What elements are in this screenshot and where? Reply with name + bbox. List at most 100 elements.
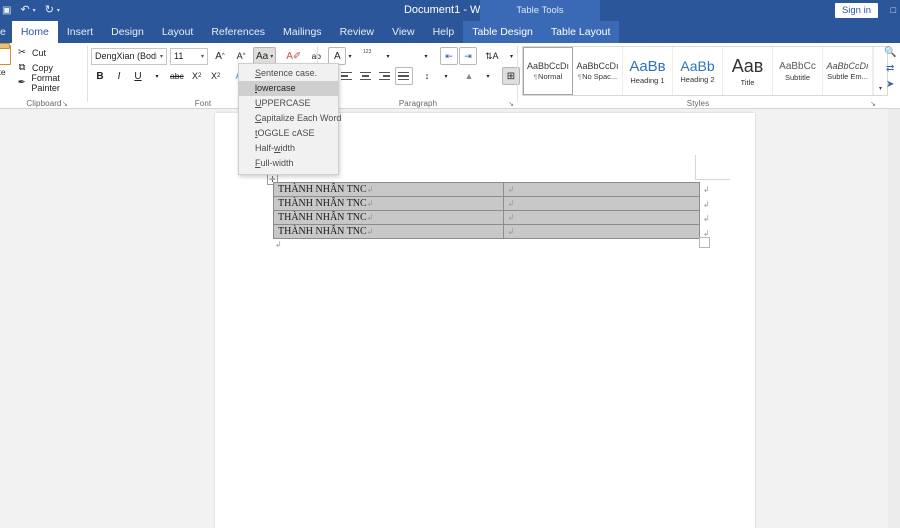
style-normal[interactable]: AaBbCcDı ¶Normal bbox=[523, 47, 573, 95]
tab-mailings[interactable]: Mailings bbox=[274, 21, 331, 43]
tab-help[interactable]: Help bbox=[424, 21, 464, 43]
italic-button[interactable]: I bbox=[110, 67, 128, 85]
clipboard-command[interactable]: ✂ Cut bbox=[16, 45, 88, 60]
tab-table-design[interactable]: Table Design bbox=[463, 21, 542, 43]
underline-button[interactable]: U bbox=[129, 67, 147, 85]
tab-layout[interactable]: Layout bbox=[153, 21, 203, 43]
replace-icon[interactable]: ⇄ bbox=[886, 63, 894, 74]
tab-table-layout[interactable]: Table Layout bbox=[541, 21, 620, 43]
chevron-down-icon: ▾ bbox=[200, 53, 204, 60]
multilevel-list-button[interactable] bbox=[398, 47, 416, 65]
style-preview: Aaʙ bbox=[731, 55, 764, 76]
sign-in-button[interactable]: Sign in bbox=[834, 3, 878, 18]
window-controls-icon[interactable]: □ bbox=[891, 5, 896, 15]
subscript-button[interactable]: X2 bbox=[188, 67, 206, 85]
tab-review[interactable]: Review bbox=[331, 21, 383, 43]
document-page[interactable]: ✛ THÀNH NHÂN TNC↲ ↲ THÀNH NHÂN TNC↲ ↲ THÀNH … bbox=[215, 113, 755, 528]
multilevel-dropdown-icon[interactable]: ▾ bbox=[417, 47, 435, 65]
style-preview: AaBbCc bbox=[779, 60, 816, 72]
find-icon[interactable]: 🔍 bbox=[884, 47, 896, 58]
table-cell[interactable]: THÀNH NHÂN TNC↲ bbox=[273, 224, 504, 239]
table-cell[interactable]: ↲ bbox=[502, 196, 701, 211]
table-row[interactable]: THÀNH NHÂN TNC↲ ↲ bbox=[273, 196, 701, 211]
table-cell[interactable]: THÀNH NHÂN TNC↲ bbox=[273, 210, 504, 225]
paragraph-dialog-launcher-icon[interactable]: ↘ bbox=[508, 100, 514, 108]
vertical-scrollbar[interactable] bbox=[888, 109, 900, 528]
superscript-button[interactable]: X2 bbox=[207, 67, 225, 85]
table-row[interactable]: THÀNH NHÂN TNC↲ ↲ bbox=[273, 224, 701, 239]
chevron-down-icon: ▾ bbox=[159, 53, 163, 60]
styles-group-label: Styles bbox=[686, 99, 710, 108]
clipboard-command[interactable]: ✒ Format Painter bbox=[16, 73, 88, 93]
cell-text: THÀNH NHÂN TNC bbox=[278, 184, 367, 195]
tab-design[interactable]: Design bbox=[102, 21, 153, 43]
table-cell[interactable]: ↲ bbox=[502, 224, 701, 239]
sort-icon[interactable]: ⇅A bbox=[482, 47, 502, 65]
table-cell[interactable]: ↲ bbox=[502, 182, 701, 197]
shading-icon[interactable]: ▲ bbox=[460, 67, 478, 85]
tab-e[interactable]: e bbox=[0, 21, 12, 43]
justify-button[interactable] bbox=[395, 67, 413, 85]
table-cell[interactable]: ↲ bbox=[502, 210, 701, 225]
style-heading-2[interactable]: AaBb Heading 2 bbox=[673, 47, 723, 95]
table-cell[interactable]: THÀNH NHÂN TNC↲ bbox=[273, 196, 504, 211]
style-no-spac[interactable]: AaBbCcDı ¶No Spac... bbox=[573, 47, 623, 95]
line-spacing-icon[interactable]: ↕ bbox=[418, 67, 436, 85]
styles-dialog-launcher-icon[interactable]: ↘ bbox=[870, 100, 876, 108]
style-subtitle[interactable]: AaBbCc Subtitle bbox=[773, 47, 823, 95]
shading-dropdown-icon[interactable]: ▾ bbox=[479, 67, 497, 85]
tab-references[interactable]: References bbox=[202, 21, 274, 43]
select-icon[interactable]: ➤ bbox=[886, 79, 894, 90]
numbering-dropdown-icon[interactable]: ▾ bbox=[379, 47, 397, 65]
underline-dropdown-icon[interactable]: ▾ bbox=[148, 67, 166, 85]
font-name-value: DengXian (Bodı bbox=[95, 51, 157, 61]
clipboard-dialog-launcher-icon[interactable]: ↘ bbox=[62, 100, 68, 108]
end-paragraph-mark: ↲ bbox=[275, 240, 282, 249]
paragraph-mark-icon: ↲ bbox=[366, 213, 374, 222]
font-name-input[interactable]: DengXian (Bodı ▾ bbox=[91, 47, 167, 65]
tab-view[interactable]: View bbox=[383, 21, 424, 43]
style-name-label: No Spac... bbox=[582, 72, 618, 81]
style-name-label: Subtle Em... bbox=[827, 72, 868, 81]
clipboard-commands: ✂ Cut ⧉ Copy ✒ Format Painter bbox=[16, 45, 88, 93]
table-row[interactable]: THÀNH NHÂN TNC↲ ↲ bbox=[273, 182, 701, 197]
menu-item-toggle-case[interactable]: tOGGLE cASE bbox=[239, 126, 338, 141]
style-name-label: Subtitle bbox=[784, 72, 811, 82]
tab-home[interactable]: Home bbox=[11, 21, 58, 43]
font-size-input[interactable]: 11 ▾ bbox=[170, 47, 208, 65]
style-subtle-em[interactable]: AaBbCcDı Subtle Em... bbox=[823, 47, 873, 95]
align-right-button[interactable] bbox=[376, 67, 394, 85]
grow-font-button[interactable]: A ^ bbox=[211, 47, 229, 65]
word-window: ▣ ↶ ▾ ↻ ▾ Document1 - Word Table Tools S… bbox=[0, 0, 900, 528]
menu-item-sentence-case[interactable]: Sentence case. bbox=[239, 66, 338, 81]
strikethrough-button[interactable]: abc bbox=[167, 67, 187, 85]
table-row[interactable]: THÀNH NHÂN TNC↲ ↲ bbox=[273, 210, 701, 225]
align-center-button[interactable] bbox=[357, 67, 375, 85]
ribbon-tab-strip: e Home Insert Design Layout References Mailing… bbox=[0, 21, 900, 60]
cut-icon: ✂ bbox=[18, 47, 26, 58]
document-table[interactable]: THÀNH NHÂN TNC↲ ↲ THÀNH NHÂN TNC↲ ↲ THÀNH NH… bbox=[273, 182, 701, 239]
bold-button[interactable]: B bbox=[91, 67, 109, 85]
style-heading-1[interactable]: AaBʙ Heading 1 bbox=[623, 47, 673, 95]
menu-item-full-width[interactable]: Full-width bbox=[239, 156, 338, 171]
align-left-button[interactable] bbox=[338, 67, 356, 85]
menu-item-uppercase[interactable]: UPPERCASE bbox=[239, 96, 338, 111]
decrease-indent-icon[interactable]: ⇤ bbox=[440, 47, 458, 65]
table-tools-label: Table Tools bbox=[480, 0, 600, 21]
menu-item-lowercase[interactable]: lowercase bbox=[239, 81, 338, 96]
table-cell[interactable]: THÀNH NHÂN TNC↲ bbox=[273, 182, 504, 197]
line-spacing-dropdown-icon[interactable]: ▾ bbox=[437, 67, 455, 85]
style-name: Heading 2 bbox=[680, 75, 714, 84]
bullets-dropdown-icon[interactable]: ▾ bbox=[341, 47, 359, 65]
style-title[interactable]: Aaʙ Title bbox=[723, 47, 773, 95]
increase-indent-icon[interactable]: ⇥ bbox=[459, 47, 477, 65]
menu-item-half-width[interactable]: Half-width bbox=[239, 141, 338, 156]
style-preview: AaBb bbox=[680, 58, 715, 74]
paragraph-group: ▾ 123 ▾ ▾ ⇤ ⇥ ⇅A ▾ ¶ ↵ ↕ ▾ ▲ ▾ bbox=[318, 43, 557, 109]
numbering-button[interactable]: 123 bbox=[360, 47, 378, 65]
paragraph-mark-icon: ↲ bbox=[366, 227, 374, 236]
table-resize-handle[interactable] bbox=[699, 237, 710, 248]
table-resize-guide-horizontal bbox=[695, 179, 730, 180]
tab-insert[interactable]: Insert bbox=[58, 21, 102, 43]
menu-item-capitalize-each-word[interactable]: Capitalize Each Word bbox=[239, 111, 341, 126]
